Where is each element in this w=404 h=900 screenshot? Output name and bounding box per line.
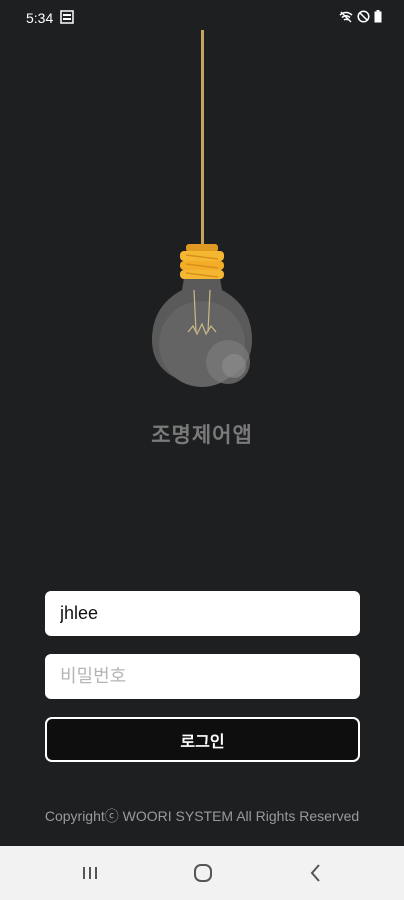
user-id-field[interactable] <box>45 591 360 636</box>
do-not-disturb-icon <box>357 10 370 23</box>
light-bulb-icon[interactable] <box>140 238 264 398</box>
home-icon[interactable] <box>190 860 216 886</box>
back-icon[interactable] <box>303 860 329 886</box>
sim-card-icon <box>60 10 74 24</box>
password-field[interactable] <box>45 654 360 699</box>
recent-apps-icon[interactable] <box>77 860 103 886</box>
status-icons <box>339 10 382 23</box>
lamp-cord <box>201 30 204 248</box>
login-button[interactable]: 로그인 <box>45 717 360 762</box>
status-time: 5:34 <box>26 10 54 26</box>
battery-icon <box>374 10 382 23</box>
app-title: 조명제어앱 <box>151 424 253 447</box>
wifi-icon <box>339 11 353 22</box>
copyright-text: Copyrightⓒ WOORI SYSTEM All Rights Reser… <box>44 808 360 824</box>
navigation-bar <box>0 846 404 900</box>
